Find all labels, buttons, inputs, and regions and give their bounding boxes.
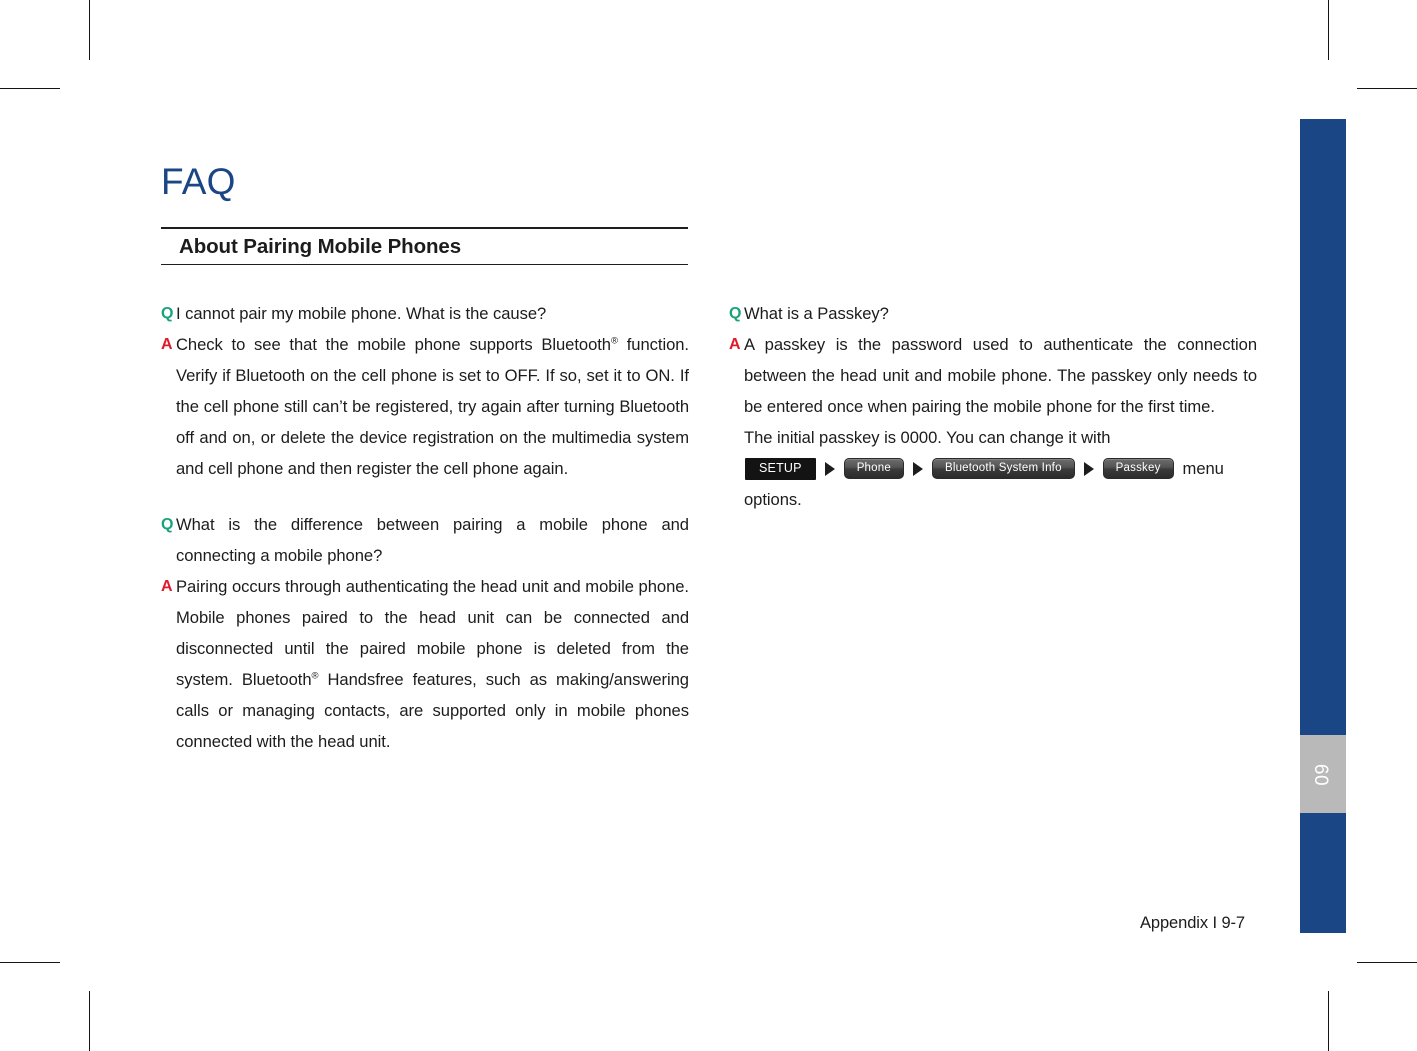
- section-heading-label: About Pairing Mobile Phones: [179, 235, 462, 258]
- answer-text: A passkey is the password used to authen…: [744, 329, 1257, 515]
- crop-mark-top-left-horizontal: [0, 88, 60, 90]
- menu-path: SETUP Phone Bluetooth System Info Passke…: [744, 453, 1257, 484]
- crop-mark-top-right-horizontal: [1357, 88, 1417, 90]
- answer-row: A Pairing occurs through authenticating …: [161, 571, 689, 757]
- qa-block: Q What is a Passkey? A A passkey is the …: [729, 298, 1257, 515]
- question-text: What is a Passkey?: [744, 304, 889, 323]
- chapter-number-block: 09: [1300, 735, 1346, 813]
- crop-mark-top-left-vertical: [89, 0, 91, 60]
- crop-mark-bottom-left-vertical: [89, 991, 91, 1051]
- menu-chip-passkey[interactable]: Passkey: [1102, 458, 1174, 479]
- question-text: What is the difference between pairing a…: [176, 515, 689, 565]
- menu-chip-setup[interactable]: SETUP: [745, 457, 816, 480]
- menu-chip-bluetooth-system-info[interactable]: Bluetooth System Info: [931, 458, 1075, 479]
- answer-row: A Check to see that the mobile phone sup…: [161, 329, 689, 484]
- page-title: FAQ: [161, 161, 236, 202]
- answer-marker: A: [161, 336, 173, 353]
- answer-paragraph-3: options.: [744, 490, 802, 509]
- section-heading: About Pairing Mobile Phones: [161, 227, 688, 266]
- arrow-right-icon: [912, 461, 923, 476]
- crop-mark-bottom-right-vertical: [1328, 991, 1330, 1051]
- question-marker: Q: [729, 305, 742, 322]
- qa-block: Q What is the difference between pairing…: [161, 509, 689, 757]
- question-text: I cannot pair my mobile phone. What is t…: [176, 304, 547, 323]
- question-row: Q What is a Passkey?: [729, 298, 1257, 329]
- chapter-number: 09: [1312, 762, 1334, 786]
- chapter-side-tab: 09: [1300, 119, 1346, 933]
- arrow-right-icon: [1083, 461, 1094, 476]
- qa-block: Q I cannot pair my mobile phone. What is…: [161, 298, 689, 484]
- question-row: Q What is the difference between pairing…: [161, 509, 689, 571]
- answer-marker: A: [729, 336, 741, 353]
- right-column: Q What is a Passkey? A A passkey is the …: [729, 298, 1257, 515]
- left-column: Q I cannot pair my mobile phone. What is…: [161, 298, 689, 757]
- answer-paragraph-2: The initial passkey is 0000. You can cha…: [744, 428, 1111, 447]
- answer-text: Pairing occurs through authenticating th…: [176, 571, 689, 757]
- question-marker: Q: [161, 516, 174, 533]
- answer-paragraph-1: A passkey is the password used to authen…: [744, 335, 1257, 416]
- registered-trademark-icon: ®: [611, 335, 618, 347]
- menu-chip-phone[interactable]: Phone: [843, 458, 904, 479]
- answer-text-part1: Check to see that the mobile phone suppo…: [176, 335, 611, 354]
- manual-page: 09 FAQ About Pairing Mobile Phones Q I c…: [0, 0, 1417, 1051]
- answer-text-part2: function. Verify if Bluetooth on the cel…: [176, 335, 689, 478]
- question-marker: Q: [161, 305, 174, 322]
- crop-mark-top-right-vertical: [1328, 0, 1330, 60]
- crop-mark-bottom-left-horizontal: [0, 962, 60, 964]
- arrow-right-icon: [824, 461, 835, 476]
- menu-suffix-label: menu: [1182, 459, 1224, 478]
- answer-row: A A passkey is the password used to auth…: [729, 329, 1257, 515]
- footer-page-reference: Appendix I 9-7: [1140, 914, 1246, 932]
- answer-text: Check to see that the mobile phone suppo…: [176, 329, 689, 484]
- answer-marker: A: [161, 578, 173, 595]
- question-row: Q I cannot pair my mobile phone. What is…: [161, 298, 689, 329]
- crop-mark-bottom-right-horizontal: [1357, 962, 1417, 964]
